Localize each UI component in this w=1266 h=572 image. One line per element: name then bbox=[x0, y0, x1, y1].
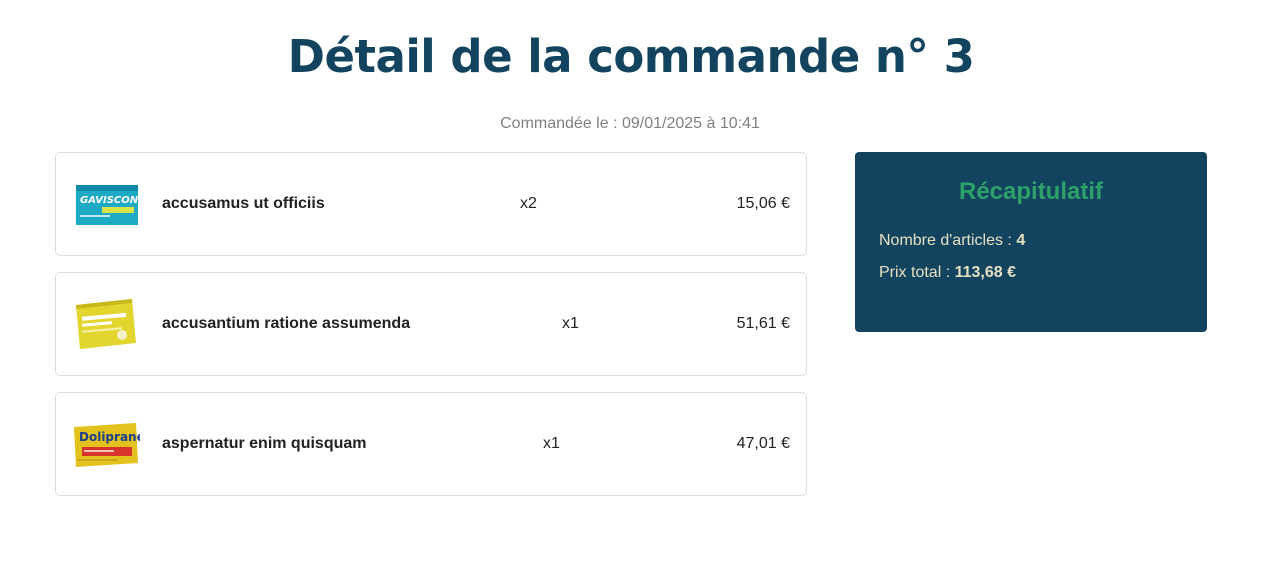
item-name: accusantium ratione assumenda bbox=[162, 315, 411, 332]
order-date: Commandée le : 09/01/2025 à 10:41 bbox=[500, 115, 760, 132]
item-price: 47,01 € bbox=[736, 435, 790, 452]
order-item: Doliprane aspernatur enim quisquam x1 47… bbox=[55, 392, 807, 496]
product-image-citrate bbox=[76, 299, 136, 349]
summary-total-value: 113,68 € bbox=[954, 264, 1016, 281]
order-item: GAVISCON accusamus ut officiis x2 15,06 … bbox=[55, 152, 807, 256]
order-summary-panel: Récapitulatif Nombre d'articles : 4 Prix… bbox=[855, 152, 1207, 332]
summary-article-count: Nombre d'articles : 4 bbox=[879, 232, 1025, 250]
summary-count-value: 4 bbox=[1016, 232, 1026, 249]
item-quantity: x1 bbox=[543, 435, 560, 452]
product-image-doliprane: Doliprane bbox=[74, 423, 140, 467]
summary-total-price: Prix total : 113,68 € bbox=[879, 264, 1016, 282]
svg-text:Doliprane: Doliprane bbox=[79, 430, 140, 444]
item-quantity: x2 bbox=[520, 195, 537, 212]
summary-title: Récapitulatif bbox=[958, 178, 1104, 205]
item-quantity: x1 bbox=[562, 315, 579, 332]
page-title: Détail de la commande n° 3 bbox=[287, 30, 975, 83]
product-image-gaviscon: GAVISCON bbox=[76, 185, 139, 225]
order-item: accusantium ratione assumenda x1 51,61 € bbox=[55, 272, 807, 376]
item-price: 51,61 € bbox=[736, 315, 790, 332]
item-name: aspernatur enim quisquam bbox=[162, 435, 367, 452]
item-price: 15,06 € bbox=[736, 195, 790, 212]
order-items-list: GAVISCON accusamus ut officiis x2 15,06 … bbox=[55, 152, 807, 512]
svg-text:GAVISCON: GAVISCON bbox=[80, 195, 139, 206]
summary-total-label: Prix total : bbox=[879, 264, 955, 281]
summary-count-label: Nombre d'articles : bbox=[879, 232, 1017, 249]
item-name: accusamus ut officiis bbox=[162, 195, 325, 212]
